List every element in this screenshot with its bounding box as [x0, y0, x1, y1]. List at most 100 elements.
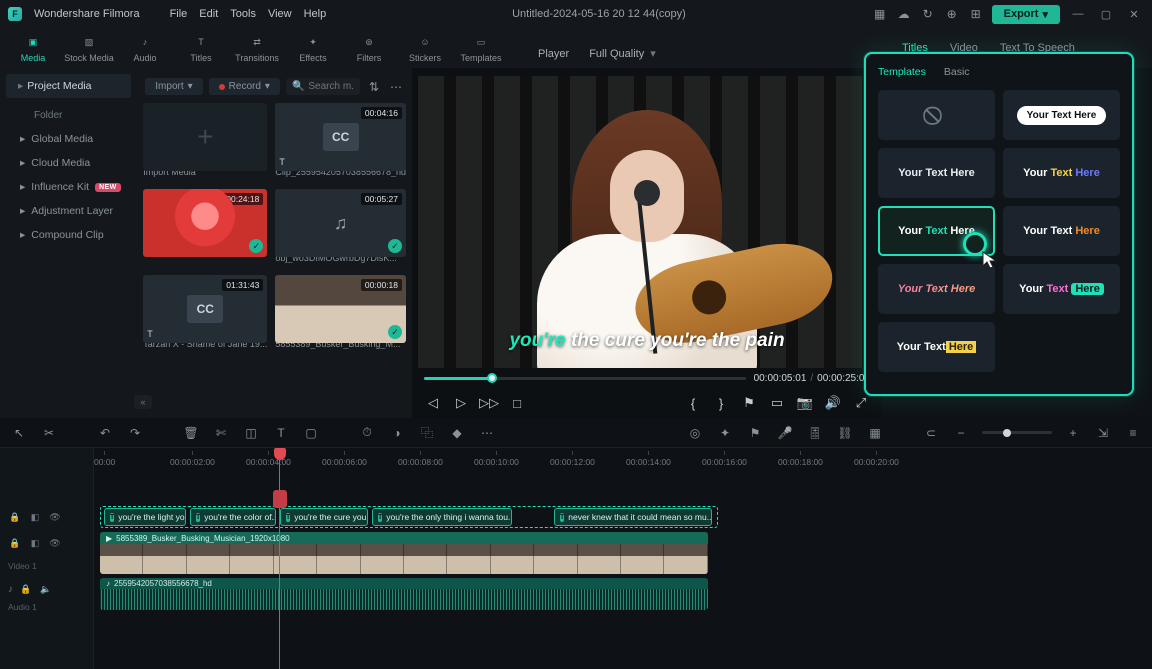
text-tool-icon[interactable]: T	[272, 424, 290, 442]
clip-audio[interactable]: 00:05:27 ♫ ✓	[275, 189, 406, 257]
caption-clip[interactable]: Tyou're the only thing i wanna tou...	[372, 508, 512, 526]
zoom-slider[interactable]	[982, 431, 1052, 434]
tab-filters[interactable]: ⊚Filters	[342, 33, 396, 66]
search-input[interactable]	[308, 81, 354, 92]
tree-influence-kit[interactable]: ▸Influence KitNEW	[0, 175, 137, 199]
tab-titles[interactable]: TTitles	[174, 33, 228, 66]
tab-stock-media[interactable]: ▧Stock Media	[62, 33, 116, 66]
history-icon[interactable]: ↻	[920, 6, 936, 22]
visibility-icon[interactable]: ◧	[28, 510, 42, 524]
brace-close-icon[interactable]: }	[712, 394, 730, 412]
pointer-tool-icon[interactable]: ↖	[10, 424, 28, 442]
menu-file[interactable]: File	[170, 8, 188, 20]
time-ruler[interactable]: 00:0000:00:02:0000:00:04:0000:00:06:0000…	[94, 448, 1152, 470]
marker-tool-icon[interactable]: ⚑	[746, 424, 764, 442]
tab-stickers[interactable]: ☺Stickers	[398, 33, 452, 66]
export-button[interactable]: Export ▾	[992, 5, 1060, 24]
sparkle-icon[interactable]: ✦	[716, 424, 734, 442]
window-close[interactable]: ✕	[1124, 8, 1144, 21]
speed-icon[interactable]: ⏱	[358, 424, 376, 442]
collapse-tree-button[interactable]: «	[134, 395, 152, 409]
brace-open-icon[interactable]: {	[684, 394, 702, 412]
group-icon[interactable]: ⿻	[418, 424, 436, 442]
video-clip[interactable]: ▶5855389_Busker_Busking_Musician_1920x10…	[100, 532, 708, 574]
visibility-icon[interactable]: ◧	[28, 536, 42, 550]
next-frame-button[interactable]: ▷▷	[480, 394, 498, 412]
tree-compound-clip[interactable]: ▸Compound Clip	[0, 223, 137, 247]
tree-header[interactable]: ▸ Project Media	[6, 74, 131, 98]
delete-icon[interactable]: 🗑	[182, 424, 200, 442]
menu-tools[interactable]: Tools	[230, 8, 256, 20]
menu-view[interactable]: View	[268, 8, 292, 20]
cloud-icon[interactable]: ☁	[896, 6, 912, 22]
tab-transitions[interactable]: ⇄Transitions	[230, 33, 284, 66]
titles-tab-basic[interactable]: Basic	[944, 64, 970, 80]
tab-audio[interactable]: ♪Audio	[118, 33, 172, 66]
scrub-bar[interactable]: 00:00:05:01/00:00:25:01	[418, 368, 876, 388]
clip-cc-1[interactable]: 00:04:16 CC T	[275, 103, 406, 171]
expand-icon[interactable]: ⤢	[852, 394, 870, 412]
tree-adjustment-layer[interactable]: ▸Adjustment Layer	[0, 199, 137, 223]
play-button[interactable]: ▷	[452, 394, 470, 412]
account-icon[interactable]: ⊞	[968, 6, 984, 22]
frame-icon[interactable]: ▢	[302, 424, 320, 442]
render-icon[interactable]: ▦	[866, 424, 884, 442]
keyframe-icon[interactable]: ◆	[448, 424, 466, 442]
timeline-settings-icon[interactable]: ≡	[1124, 424, 1142, 442]
fit-icon[interactable]: ⇲	[1094, 424, 1112, 442]
mixer-icon[interactable]: 🎚	[806, 424, 824, 442]
mic-icon[interactable]: 🎤	[776, 424, 794, 442]
tree-global-media[interactable]: ▸Global Media	[0, 127, 137, 151]
volume-icon[interactable]: 🔊	[824, 394, 842, 412]
scrub-thumb[interactable]	[487, 373, 497, 383]
lock-icon[interactable]: 🔒	[19, 582, 33, 596]
titles-tab-templates[interactable]: Templates	[878, 64, 926, 80]
title-template-3[interactable]: Your Text Here	[1003, 148, 1120, 198]
record-dropdown[interactable]: Record▾	[209, 78, 280, 95]
marker-icon[interactable]: ⚑	[740, 394, 758, 412]
prev-frame-button[interactable]: ◁	[424, 394, 442, 412]
import-tile[interactable]: +	[143, 103, 267, 171]
mute-icon[interactable]: 🔈	[39, 582, 53, 596]
mute-icon[interactable]: 👁	[48, 510, 62, 524]
undo-icon[interactable]: ↶	[96, 424, 114, 442]
title-template-2[interactable]: Your Text Here	[878, 148, 995, 198]
color-icon[interactable]: ◑	[388, 424, 406, 442]
clip-raspberry[interactable]: 00:24:18 ✓	[143, 189, 267, 257]
import-dropdown[interactable]: Import▾	[145, 78, 202, 95]
layout-icon[interactable]: ▦	[872, 6, 888, 22]
zoom-out-icon[interactable]: −	[952, 424, 970, 442]
split-icon[interactable]: ✄	[212, 424, 230, 442]
tree-folder[interactable]: Folder	[0, 104, 137, 127]
player-tab[interactable]: Player	[538, 48, 569, 60]
stop-button[interactable]: □	[508, 394, 526, 412]
more-tools-icon[interactable]: ⋯	[478, 424, 496, 442]
audio-clip[interactable]: ♪2559542057038556678_hd	[100, 578, 708, 610]
title-template-6[interactable]: Your Text Here	[878, 264, 995, 314]
tab-effects[interactable]: ✦Effects	[286, 33, 340, 66]
caption-clip[interactable]: Tyou're the light yo...	[104, 508, 186, 526]
sort-icon[interactable]: ⇅	[366, 79, 382, 95]
tree-cloud-media[interactable]: ▸Cloud Media	[0, 151, 137, 175]
redo-icon[interactable]: ↷	[126, 424, 144, 442]
snapshot-icon[interactable]: 📷	[796, 394, 814, 412]
timeline-canvas[interactable]: 00:0000:00:02:0000:00:04:0000:00:06:0000…	[94, 448, 1152, 669]
caption-clip[interactable]: Tnever knew that it could mean so mu...	[554, 508, 712, 526]
menu-help[interactable]: Help	[304, 8, 327, 20]
title-template-none[interactable]: ⃠	[878, 90, 995, 140]
lock-icon[interactable]: 🔒	[8, 536, 22, 550]
crop-icon[interactable]: ◫	[242, 424, 260, 442]
zoom-in-icon[interactable]: +	[1064, 424, 1082, 442]
caption-clip[interactable]: Tyou're the cure you...	[280, 508, 368, 526]
tab-media[interactable]: ▣Media	[6, 33, 60, 66]
media-search[interactable]: 🔍	[286, 78, 360, 95]
window-minimize[interactable]: —	[1068, 8, 1088, 20]
caption-clip[interactable]: Tyou're the color of...	[190, 508, 276, 526]
tab-templates[interactable]: ▭Templates	[454, 33, 508, 66]
magnet-icon[interactable]: ⊂	[922, 424, 940, 442]
title-template-8[interactable]: Your Text Here	[878, 322, 995, 372]
more-icon[interactable]: ⋯	[388, 79, 404, 95]
notify-icon[interactable]: ⊕	[944, 6, 960, 22]
scrub-track[interactable]	[424, 377, 746, 380]
title-template-7[interactable]: Your Text Here	[1003, 264, 1120, 314]
